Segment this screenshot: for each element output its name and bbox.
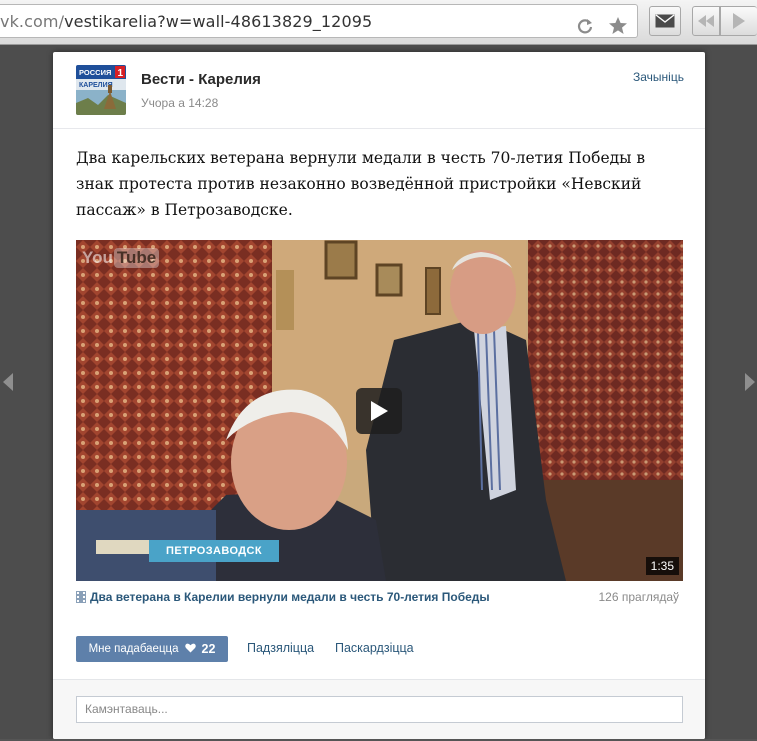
star-icon[interactable] [604, 12, 632, 40]
next-post-icon[interactable] [744, 373, 756, 391]
post-text: Два карельских ветерана вернули медали в… [76, 149, 646, 219]
film-icon [76, 591, 86, 606]
close-link[interactable]: Зачыніць [633, 70, 684, 84]
comment-input[interactable]: Камэнтаваць... [76, 696, 683, 723]
like-count: 22 [201, 642, 216, 656]
complain-link[interactable]: Паскардзіцца [335, 641, 414, 655]
browser-toolbar: vk.com/vestikarelia?w=wall-48613829_1209… [0, 0, 757, 45]
heart-icon [184, 643, 196, 656]
svg-text:КАРЕЛИЯ: КАРЕЛИЯ [79, 82, 113, 89]
address-bar[interactable]: vk.com/vestikarelia?w=wall-48613829_1209… [0, 4, 638, 38]
post-modal: РОССИЯ 1 КАРЕЛИЯ Вести - Карелия Учора а… [53, 52, 705, 739]
video-location-caption: ПЕТРОЗАВОДСК [149, 540, 279, 562]
avatar[interactable]: РОССИЯ 1 КАРЕЛИЯ [76, 65, 126, 115]
comment-section: Камэнтаваць... [53, 679, 705, 739]
like-label: Мне падабаецца [88, 643, 179, 655]
post-header: РОССИЯ 1 КАРЕЛИЯ Вести - Карелия Учора а… [53, 52, 705, 129]
reload-icon[interactable] [571, 12, 599, 40]
author-name[interactable]: Вести - Карелия [141, 71, 261, 88]
back-icon[interactable] [692, 6, 720, 36]
like-button[interactable]: Мне падабаецца 22 [76, 636, 228, 662]
video-player[interactable]: You Tube ПЕТРОЗАВОДСК 1:35 [76, 240, 683, 581]
previous-post-icon[interactable] [2, 373, 14, 391]
video-title-link[interactable]: Два ветерана в Карелии вернули медали в … [90, 590, 490, 604]
share-link[interactable]: Падзяліцца [247, 641, 314, 655]
video-duration: 1:35 [645, 557, 679, 575]
post-time[interactable]: Учора а 14:28 [141, 96, 218, 110]
youtube-logo: You Tube [82, 248, 160, 268]
play-icon[interactable] [356, 388, 402, 434]
address-url: vk.com/vestikarelia?w=wall-48613829_1209… [0, 12, 373, 31]
svg-text:1: 1 [118, 68, 124, 79]
forward-icon[interactable] [720, 6, 757, 36]
view-count: 126 праглядаў [598, 590, 680, 604]
video-info-row: Два ветерана в Карелии вернули медали в … [76, 589, 683, 607]
svg-text:РОССИЯ: РОССИЯ [79, 68, 111, 77]
mail-icon[interactable] [649, 6, 681, 36]
